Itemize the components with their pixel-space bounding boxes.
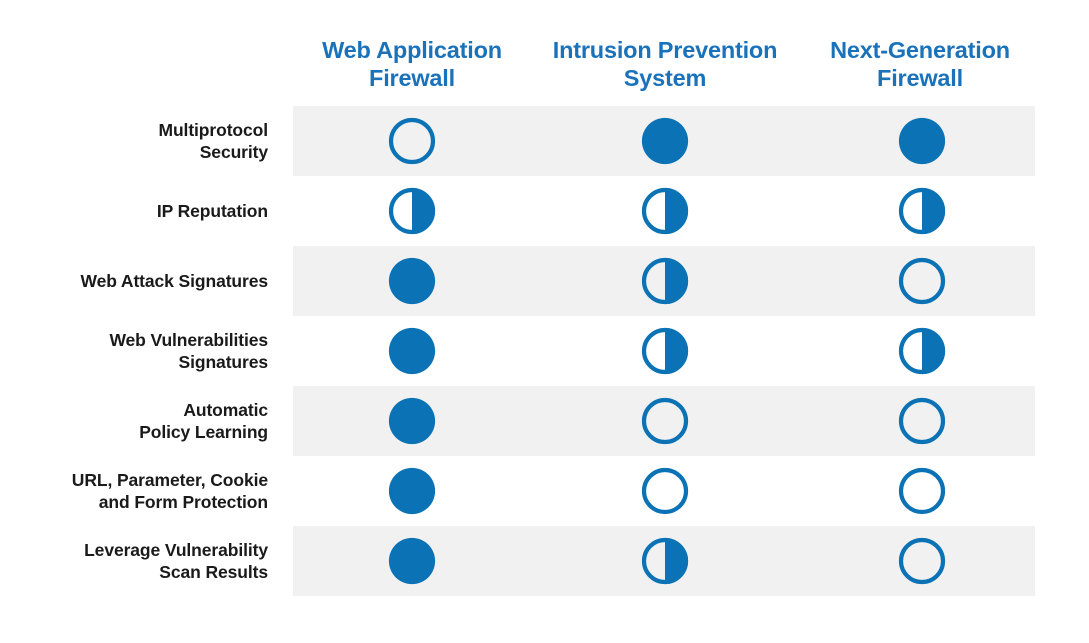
circle-half-icon xyxy=(388,187,436,235)
rating-cell xyxy=(377,526,447,596)
matrix-rows: Multiprotocol Security IP Reputation Web A… xyxy=(0,0,1089,643)
table-row: Automatic Policy Learning xyxy=(0,386,1089,456)
rating-cell xyxy=(887,386,957,456)
circle-full-icon xyxy=(388,257,436,305)
row-label: Multiprotocol Security xyxy=(158,120,268,162)
rating-cell xyxy=(630,176,700,246)
row-label: Automatic Policy Learning xyxy=(139,400,268,442)
circle-full-icon xyxy=(388,467,436,515)
table-row: Leverage Vulnerability Scan Results xyxy=(0,526,1089,596)
circle-half-icon xyxy=(641,327,689,375)
circle-full-icon xyxy=(898,117,946,165)
circle-full-icon xyxy=(388,537,436,585)
circle-full-icon xyxy=(388,397,436,445)
rating-cell xyxy=(377,246,447,316)
rating-cell xyxy=(377,456,447,526)
table-row: Multiprotocol Security xyxy=(0,106,1089,176)
row-label: Web Attack Signatures xyxy=(80,271,268,291)
circle-empty-icon xyxy=(898,467,946,515)
rating-cell xyxy=(630,526,700,596)
circle-empty-icon xyxy=(388,117,436,165)
table-row: URL, Parameter, Cookie and Form Protecti… xyxy=(0,456,1089,526)
circle-half-icon xyxy=(641,537,689,585)
rating-cell xyxy=(377,316,447,386)
circle-empty-icon xyxy=(641,467,689,515)
table-row: Web Attack Signatures xyxy=(0,246,1089,316)
rating-cell xyxy=(630,456,700,526)
rating-cell xyxy=(887,246,957,316)
rating-cell xyxy=(377,176,447,246)
circle-empty-icon xyxy=(898,257,946,305)
rating-cell xyxy=(887,456,957,526)
circle-empty-icon xyxy=(898,537,946,585)
comparison-matrix: Web Application Firewall Intrusion Preve… xyxy=(0,0,1089,643)
rating-cell xyxy=(630,386,700,456)
row-label: Web Vulnerabilities Signatures xyxy=(109,330,268,372)
circle-full-icon xyxy=(388,327,436,375)
rating-cell xyxy=(630,106,700,176)
row-label: IP Reputation xyxy=(156,201,268,221)
rating-cell xyxy=(887,176,957,246)
rating-cell xyxy=(630,316,700,386)
circle-half-icon xyxy=(641,257,689,305)
rating-cell xyxy=(377,386,447,456)
rating-cell xyxy=(887,106,957,176)
circle-half-icon xyxy=(641,187,689,235)
table-row: Web Vulnerabilities Signatures xyxy=(0,316,1089,386)
circle-half-icon xyxy=(898,187,946,235)
circle-empty-icon xyxy=(641,397,689,445)
table-row: IP Reputation xyxy=(0,176,1089,246)
row-label: Leverage Vulnerability Scan Results xyxy=(84,540,268,582)
rating-cell xyxy=(377,106,447,176)
rating-cell xyxy=(887,316,957,386)
row-label: URL, Parameter, Cookie and Form Protecti… xyxy=(71,470,268,512)
rating-cell xyxy=(630,246,700,316)
circle-full-icon xyxy=(641,117,689,165)
rating-cell xyxy=(887,526,957,596)
circle-half-icon xyxy=(898,327,946,375)
circle-empty-icon xyxy=(898,397,946,445)
